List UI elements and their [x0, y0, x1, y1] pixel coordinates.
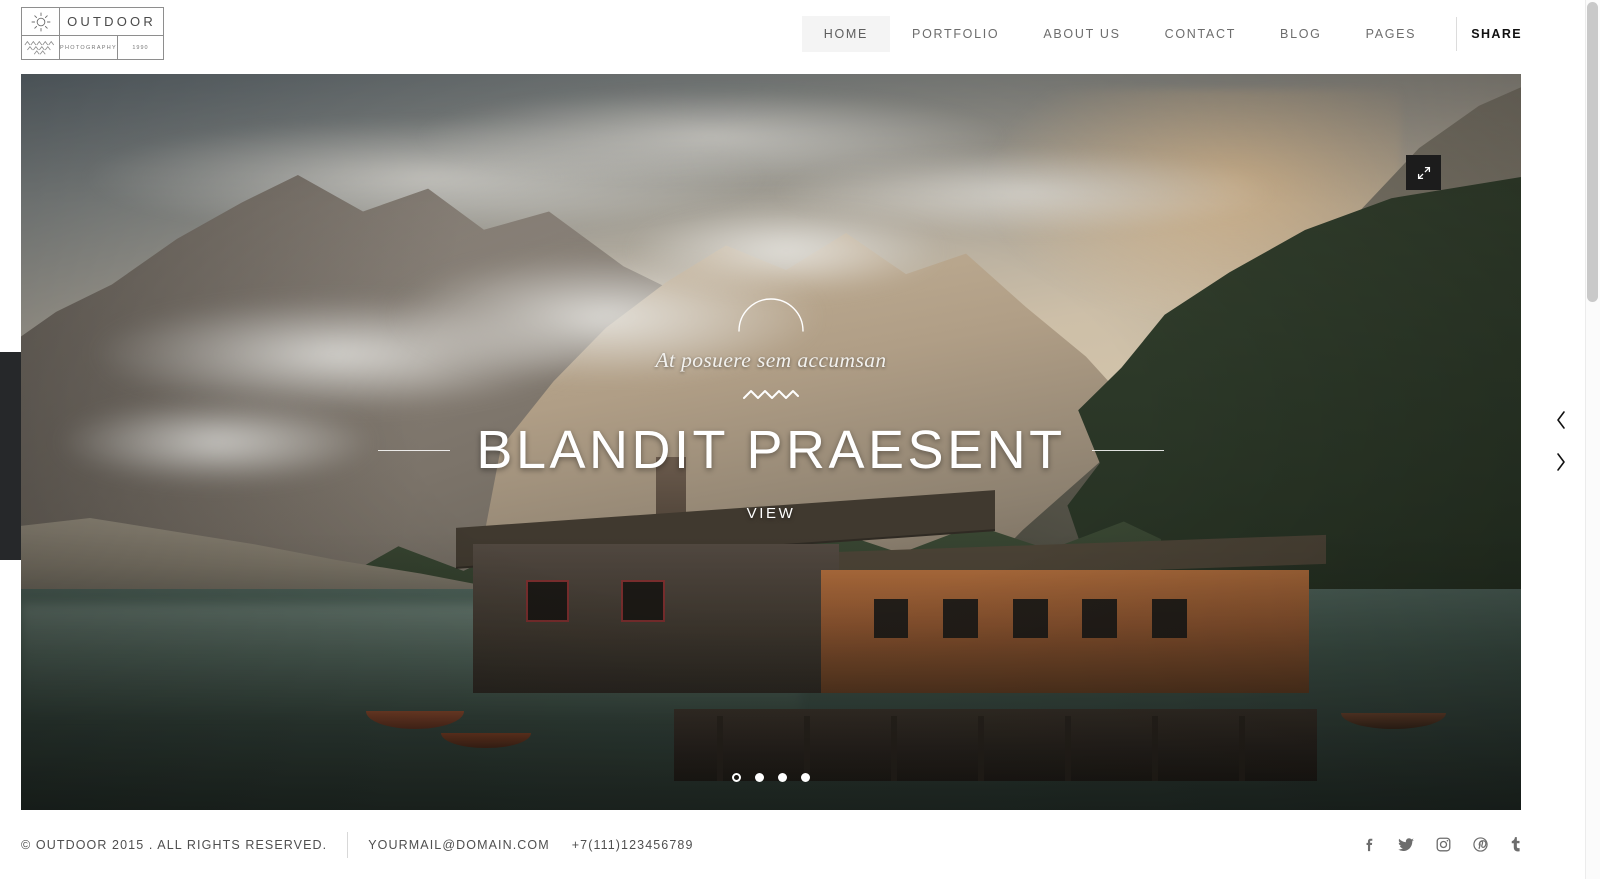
main-navigation: HOME PORTFOLIO ABOUT US CONTACT BLOG PAG…: [801, 0, 1600, 68]
hero-subtitle: At posuere sem accumsan: [655, 348, 887, 372]
footer-social-links: [1362, 837, 1579, 852]
logo-subtitle: PHOTOGRAPHY: [60, 36, 118, 59]
scrollbar-thumb[interactable]: [1587, 2, 1598, 302]
tumblr-icon[interactable]: [1510, 837, 1521, 852]
hero-title: BLANDIT PRAESENT: [476, 420, 1066, 480]
facebook-icon[interactable]: [1362, 838, 1376, 852]
logo-year: 1990: [132, 44, 149, 51]
slider-dot-1[interactable]: [732, 773, 741, 782]
footer-email[interactable]: YOURMAIL@DOMAIN.COM: [368, 838, 550, 852]
zigzag-divider-icon: [741, 387, 801, 403]
logo-wordmark: OUTDOOR PHOTOGRAPHY 1990: [60, 8, 163, 59]
site-header: OUTDOOR PHOTOGRAPHY 1990 HOME PORTFOLIO …: [0, 0, 1600, 68]
twitter-icon[interactable]: [1398, 837, 1414, 852]
logo-name: OUTDOOR: [60, 8, 163, 36]
logo-subrow: PHOTOGRAPHY 1990: [60, 36, 163, 59]
slider-dot-3[interactable]: [778, 773, 787, 782]
title-rule-right: [1091, 449, 1164, 451]
logo-emblem: [22, 8, 61, 59]
nav-item-home[interactable]: HOME: [801, 16, 891, 52]
page-root: OUTDOOR PHOTOGRAPHY 1990 HOME PORTFOLIO …: [0, 0, 1600, 879]
slider-dot-4[interactable]: [801, 773, 810, 782]
hero-title-row: BLANDIT PRAESENT: [378, 419, 1164, 481]
chevron-right-icon[interactable]: [1548, 449, 1574, 475]
expand-fullscreen-button[interactable]: [1406, 155, 1441, 190]
nav-item-pages[interactable]: PAGES: [1344, 16, 1439, 52]
arc-ornament-icon: [737, 298, 805, 332]
slider-dot-2[interactable]: [755, 773, 764, 782]
share-button[interactable]: SHARE: [1471, 27, 1600, 41]
footer-phone[interactable]: +7(111)123456789: [572, 838, 694, 852]
nav-item-blog[interactable]: BLOG: [1258, 16, 1344, 52]
site-logo[interactable]: OUTDOOR PHOTOGRAPHY 1990: [21, 7, 164, 60]
footer-copyright: © OUTDOOR 2015 . ALL RIGHTS RESERVED.: [21, 837, 328, 852]
page-scrollbar[interactable]: [1585, 0, 1600, 879]
hero-view-button[interactable]: VIEW: [747, 505, 796, 522]
slider-pagination: [21, 773, 1521, 782]
chevron-left-icon[interactable]: [1548, 407, 1574, 433]
sidebar-toggle-tab[interactable]: [0, 352, 21, 560]
site-footer: © OUTDOOR 2015 . ALL RIGHTS RESERVED. YO…: [0, 810, 1600, 879]
sun-icon: [22, 8, 60, 36]
nav-divider: [1456, 17, 1458, 51]
mountain-pattern-icon: [22, 36, 59, 59]
nav-item-portfolio[interactable]: PORTFOLIO: [890, 16, 1021, 52]
title-rule-left: [378, 449, 451, 451]
instagram-icon[interactable]: [1436, 837, 1451, 852]
nav-item-about-us[interactable]: ABOUT US: [1021, 16, 1142, 52]
hero-caption: At posuere sem accumsan BLANDIT PRAESENT…: [378, 298, 1164, 523]
hero-slider: At posuere sem accumsan BLANDIT PRAESENT…: [21, 74, 1521, 810]
pinterest-icon[interactable]: [1473, 837, 1488, 852]
nav-item-contact[interactable]: CONTACT: [1143, 16, 1258, 52]
footer-divider: [347, 831, 349, 858]
